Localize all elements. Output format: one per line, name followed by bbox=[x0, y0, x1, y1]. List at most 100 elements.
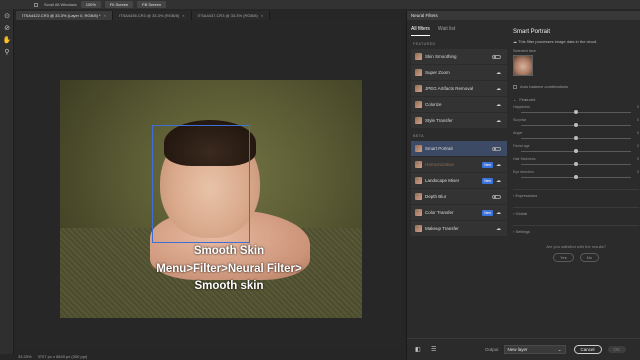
scroll-all-checkbox[interactable] bbox=[34, 2, 38, 7]
filter-skin-smoothing[interactable]: Skin Smoothing bbox=[411, 49, 507, 64]
slider-knob[interactable] bbox=[574, 149, 578, 153]
close-icon[interactable]: × bbox=[182, 13, 184, 18]
filter-label: Super Zoom bbox=[425, 70, 450, 75]
close-icon[interactable]: × bbox=[104, 13, 106, 18]
expressions-group[interactable]: › Expressions bbox=[513, 189, 639, 198]
filter-label: JPEG Artifacts Removal bbox=[425, 86, 474, 91]
expressions-label: Expressions bbox=[515, 193, 538, 198]
filter-thumbnail bbox=[415, 225, 422, 232]
document-tab[interactable]: ITSA4436.CR3 @ 33.3% (RGB/8) × bbox=[112, 11, 192, 20]
zoom-level[interactable]: 33.33% bbox=[18, 354, 32, 359]
filter-landscape-mixer[interactable]: Landscape Mixer New ☁ bbox=[411, 173, 507, 188]
slider-knob[interactable] bbox=[574, 175, 578, 179]
cancel-button[interactable]: Cancel bbox=[573, 345, 602, 354]
filter-label: Colorize bbox=[425, 102, 442, 107]
filter-thumbnail bbox=[415, 177, 422, 184]
selected-face-label: Selected face bbox=[513, 49, 537, 53]
rotate-view-icon[interactable]: ⊙ bbox=[2, 11, 12, 21]
filter-label: Makeup Transfer bbox=[425, 226, 459, 231]
slider-facial-age[interactable]: Facial age 0 bbox=[513, 144, 639, 154]
filter-thumbnail bbox=[415, 145, 422, 152]
cloud-download-icon[interactable]: ☁ bbox=[496, 70, 501, 76]
filter-makeup-transfer[interactable]: Makeup Transfer ☁ bbox=[411, 221, 507, 236]
filter-thumbnail bbox=[415, 85, 422, 92]
filter-jpeg-artifacts-removal[interactable]: JPEG Artifacts Removal ☁ bbox=[411, 81, 507, 96]
caption-line-3: Smooth skin bbox=[194, 280, 264, 292]
caption-line-2: Menu>Filter>Neural Filter> bbox=[156, 263, 302, 275]
slider-knob[interactable] bbox=[574, 136, 578, 140]
global-group[interactable]: › Global bbox=[513, 207, 639, 216]
slider-knob[interactable] bbox=[574, 110, 578, 114]
slider-label: Anger bbox=[513, 131, 523, 135]
hand-tool-icon[interactable]: ✋ bbox=[2, 35, 12, 45]
slider-label: Facial age bbox=[513, 144, 530, 148]
cloud-download-icon[interactable]: ☁ bbox=[496, 86, 501, 92]
filter-depth-blur[interactable]: Depth Blur bbox=[411, 189, 507, 204]
fit-screen-button[interactable]: Fit Screen bbox=[104, 1, 134, 8]
cloud-download-icon[interactable]: ☁ bbox=[496, 118, 501, 124]
slider-anger[interactable]: Anger 0 bbox=[513, 131, 639, 141]
document-tab[interactable]: ITSA4437.CR3 @ 33.3% (RGB/8) × bbox=[191, 11, 271, 20]
satisfaction-question: Are you satisfied with the results? bbox=[546, 244, 606, 249]
filter-style-transfer[interactable]: Style Transfer ☁ bbox=[411, 113, 507, 128]
fill-screen-button[interactable]: Fill Screen bbox=[137, 1, 167, 8]
tab-label: ITSA4437.CR3 @ 33.3% (RGB/8) bbox=[197, 13, 258, 18]
filter-colorize[interactable]: Colorize ☁ bbox=[411, 97, 507, 112]
cloud-download-icon[interactable]: ☁ bbox=[496, 162, 501, 168]
filter-super-zoom[interactable]: Super Zoom ☁ bbox=[411, 65, 507, 80]
ok-button[interactable]: OK bbox=[607, 346, 627, 353]
filter-harmonization[interactable]: Harmonization New ☁ bbox=[411, 157, 507, 172]
yes-button[interactable]: Yes bbox=[553, 253, 574, 262]
scroll-all-label: Scroll All Windows bbox=[44, 2, 77, 7]
tab-label: ITSA4436.CR3 @ 33.3% (RGB/8) bbox=[118, 13, 180, 18]
history-brush-icon[interactable]: ⊘ bbox=[2, 23, 12, 33]
auto-balance-row[interactable]: Auto balance combinations bbox=[513, 84, 639, 89]
slider-knob[interactable] bbox=[574, 162, 578, 166]
cloud-download-icon[interactable]: ☁ bbox=[496, 210, 501, 216]
filter-thumbnail bbox=[415, 117, 422, 124]
cloud-download-icon[interactable]: ☁ bbox=[496, 102, 501, 108]
filter-color-transfer[interactable]: Color Transfer New ☁ bbox=[411, 205, 507, 220]
featured-section-label: FEATURED bbox=[413, 42, 436, 46]
slider-value: 0 bbox=[637, 105, 639, 109]
slider-surprise[interactable]: Surprise 0 bbox=[513, 118, 639, 128]
tab-wait-list[interactable]: Wait list bbox=[438, 26, 455, 36]
toggle-switch[interactable] bbox=[492, 146, 501, 151]
face-selection-box[interactable] bbox=[152, 125, 250, 243]
selected-face-thumbnail[interactable] bbox=[513, 55, 533, 76]
output-value: New layer bbox=[507, 347, 528, 352]
cloud-download-icon[interactable]: ☁ bbox=[496, 178, 501, 184]
canvas-area[interactable]: Smooth Skin Menu>Filter>Neural Filter> S… bbox=[16, 20, 402, 350]
tab-all-filters[interactable]: All filters bbox=[411, 26, 430, 36]
toggle-switch[interactable] bbox=[492, 194, 501, 199]
slider-hair-thickness[interactable]: Hair thickness 0 bbox=[513, 157, 639, 167]
layer-stack-icon[interactable]: ☰ bbox=[431, 346, 439, 354]
new-badge: New bbox=[482, 177, 493, 184]
slider-value: 0 bbox=[637, 131, 639, 135]
filter-label: Style Transfer bbox=[425, 118, 453, 123]
slider-happiness[interactable]: Happiness 0 bbox=[513, 105, 639, 115]
cloud-download-icon[interactable]: ☁ bbox=[496, 226, 501, 232]
no-button[interactable]: No bbox=[579, 253, 599, 262]
featured-group-header[interactable]: ⌄ Featured bbox=[513, 97, 639, 102]
new-badge: New bbox=[482, 209, 493, 216]
slider-eye-direction[interactable]: Eye direction 0 bbox=[513, 170, 639, 180]
filter-thumbnail bbox=[415, 161, 422, 168]
auto-balance-checkbox[interactable] bbox=[513, 84, 517, 89]
toggle-switch[interactable] bbox=[492, 54, 501, 59]
zoom-tool-icon[interactable]: ⚲ bbox=[2, 47, 12, 57]
filter-list: All filters Wait list FEATURED Skin Smoo… bbox=[411, 26, 507, 344]
document-tab[interactable]: ITSA4422.CR3 @ 33.3% (Layer 0, RGB/8) * × bbox=[16, 11, 113, 20]
slider-knob[interactable] bbox=[574, 123, 578, 127]
auto-balance-label: Auto balance combinations bbox=[520, 84, 569, 89]
caption-line-1: Smooth Skin bbox=[193, 245, 265, 257]
beta-section-label: BETA bbox=[413, 134, 424, 138]
zoom-100-button[interactable]: 100% bbox=[80, 1, 101, 8]
tab-label: ITSA4422.CR3 @ 33.3% (Layer 0, RGB/8) * bbox=[22, 13, 101, 18]
global-label: Global bbox=[515, 211, 528, 216]
filter-smart-portrait[interactable]: Smart Portrait bbox=[411, 141, 507, 156]
settings-group[interactable]: › Settings bbox=[513, 225, 639, 234]
close-icon[interactable]: × bbox=[261, 13, 263, 18]
preview-toggle-icon[interactable]: ◧ bbox=[415, 346, 423, 354]
output-select[interactable]: New layer ⌄ bbox=[503, 345, 566, 354]
